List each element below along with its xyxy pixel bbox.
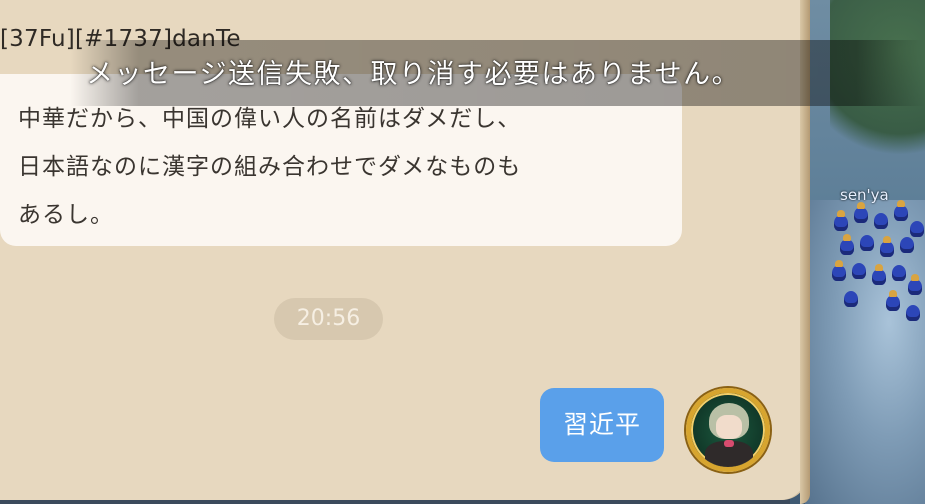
unit-crowd[interactable] — [830, 195, 925, 355]
timestamp-pill: 20:56 — [274, 298, 383, 340]
incoming-message-line: あるし。 — [18, 202, 114, 228]
avatar-face — [716, 415, 742, 439]
incoming-message-line: 日本語なのに漢字の組み合わせでダメなものも — [18, 154, 522, 180]
system-notice-text: メッセージ送信失敗、取り消す必要はありません。 — [86, 59, 741, 90]
avatar-bow — [724, 440, 734, 447]
user-avatar[interactable] — [686, 388, 770, 472]
outgoing-message-bubble[interactable]: 習近平 — [540, 388, 664, 462]
